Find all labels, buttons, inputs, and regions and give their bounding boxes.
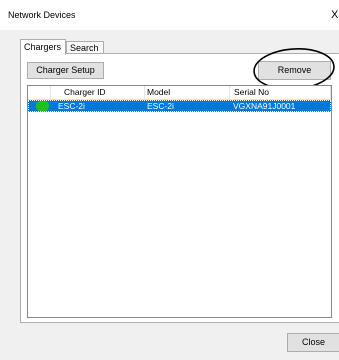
tab-chargers[interactable]: Chargers (20, 39, 66, 55)
title-bar: Network Devices X (0, 0, 339, 30)
tab-chargers-label: Chargers (24, 42, 62, 52)
column-header-serial-no[interactable]: Serial No (230, 86, 331, 99)
remove-button[interactable]: Remove (258, 61, 331, 80)
column-header-model[interactable]: Model (145, 86, 230, 99)
status-dot-icon (36, 100, 49, 112)
charger-setup-button[interactable]: Charger Setup (27, 62, 104, 79)
window-title: Network Devices (8, 10, 76, 20)
cell-model: ESC-2i (147, 101, 174, 111)
network-devices-window: Network Devices X Chargers Search Charge… (0, 0, 339, 360)
charger-list[interactable]: Charger ID Model Serial No ESC-2i ESC-2i… (27, 85, 332, 318)
cell-charger-id: ESC-2i (58, 101, 85, 111)
cell-serial-no: VGXNA91J0001 (233, 101, 296, 111)
close-button[interactable]: Close (287, 333, 339, 352)
list-header: Charger ID Model Serial No (28, 86, 331, 100)
table-row[interactable]: ESC-2i ESC-2i VGXNA91J0001 (28, 100, 331, 112)
close-icon[interactable]: X (331, 8, 339, 22)
column-header-status[interactable] (28, 86, 51, 99)
tab-search-label: Search (70, 43, 99, 53)
column-header-charger-id[interactable]: Charger ID (51, 86, 145, 99)
